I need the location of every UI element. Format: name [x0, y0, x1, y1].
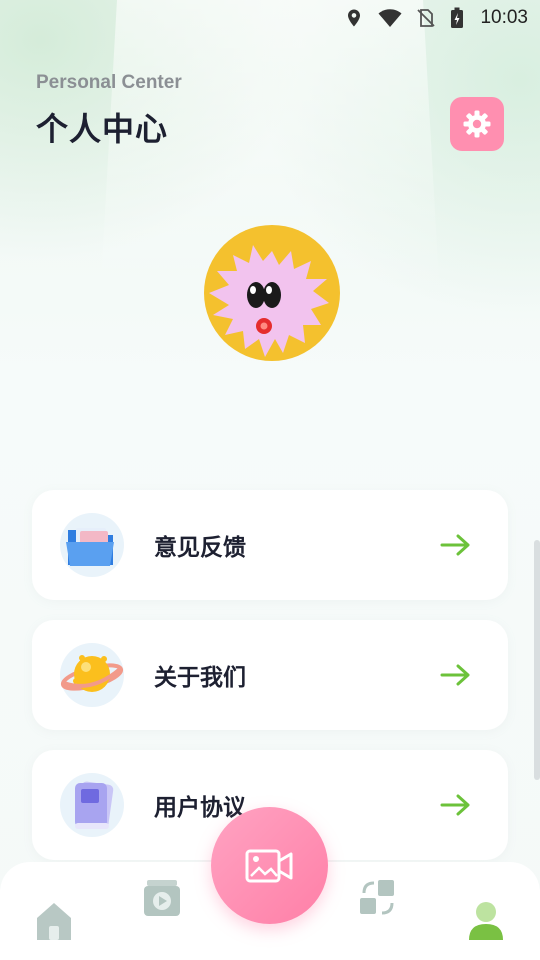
- arrow-right-icon: [440, 664, 470, 686]
- gear-icon: [463, 110, 491, 138]
- planet-icon: [60, 643, 124, 707]
- video-camera-icon: [245, 849, 292, 882]
- menu-item-feedback[interactable]: 意见反馈: [32, 490, 508, 600]
- page-subtitle: Personal Center: [36, 72, 182, 93]
- menu-item-label: 意见反馈: [154, 534, 246, 560]
- arrow-right-icon: [440, 794, 470, 816]
- menu-item-about-us[interactable]: 关于我们: [32, 620, 508, 730]
- avatar[interactable]: [195, 223, 345, 368]
- convert-icon[interactable]: [358, 878, 398, 918]
- no-sim-icon: [417, 9, 436, 27]
- page-title: 个人中心: [36, 111, 169, 147]
- settings-button[interactable]: [450, 97, 504, 151]
- location-icon: [348, 9, 361, 27]
- clock: 10:03: [480, 7, 528, 28]
- arrow-right-icon: [440, 534, 470, 556]
- wifi-icon: [378, 9, 402, 28]
- cartoon-star-face-avatar: [204, 225, 340, 361]
- folder-icon: [60, 513, 124, 577]
- menu-item-label: 关于我们: [154, 664, 246, 690]
- video-play-icon[interactable]: [142, 878, 182, 918]
- record-video-button[interactable]: [211, 807, 328, 924]
- user-icon[interactable]: [466, 900, 506, 940]
- book-icon: [60, 773, 124, 837]
- scrollbar[interactable]: [534, 540, 540, 780]
- status-bar: 10:03: [0, 0, 540, 36]
- battery-charging-icon: [451, 7, 464, 28]
- home-icon[interactable]: [34, 900, 74, 940]
